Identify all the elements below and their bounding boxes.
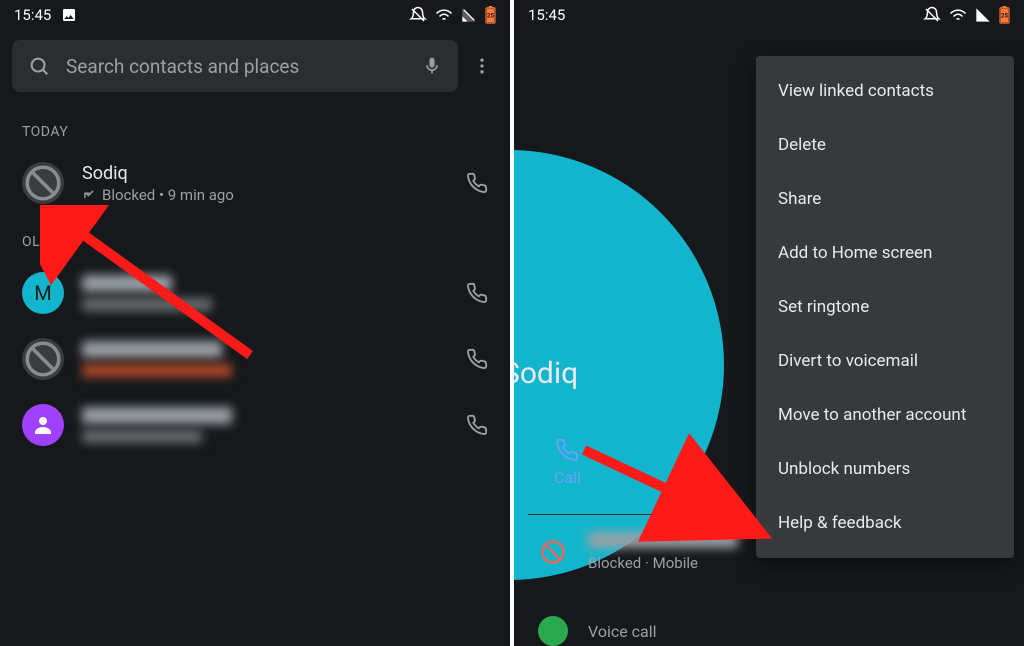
wifi-icon bbox=[949, 6, 967, 24]
mic-icon[interactable] bbox=[422, 56, 442, 76]
overflow-menu: View linked contacts Delete Share Add to… bbox=[756, 56, 1014, 558]
svg-text:25: 25 bbox=[487, 12, 495, 20]
redacted-name bbox=[82, 341, 222, 358]
call-info bbox=[82, 341, 448, 377]
redacted-sub bbox=[82, 298, 212, 311]
searchbar-row: Search contacts and places bbox=[0, 30, 510, 106]
redacted-sub bbox=[82, 364, 232, 377]
menu-share[interactable]: Share bbox=[756, 172, 1014, 226]
call-name: Sodiq bbox=[82, 163, 448, 184]
dnd-icon bbox=[409, 6, 427, 24]
voice-call-row[interactable]: Voice call bbox=[538, 616, 1000, 646]
call-sub: Blocked • 9 min ago bbox=[82, 186, 448, 204]
dnd-icon bbox=[923, 6, 941, 24]
redacted-number bbox=[588, 532, 738, 548]
search-placeholder: Search contacts and places bbox=[66, 55, 299, 78]
battery-icon: 25 bbox=[485, 6, 496, 24]
call-row-older-2[interactable] bbox=[0, 326, 510, 392]
contact-avatar bbox=[22, 404, 64, 446]
status-time: 15:45 bbox=[14, 6, 51, 24]
voice-label: Voice call bbox=[588, 622, 657, 641]
call-row-older-1[interactable]: M bbox=[0, 260, 510, 326]
contact-detail-pane: 15:45 25 Sodiq Call T bbox=[514, 0, 1024, 646]
section-older: OLDER bbox=[0, 216, 510, 260]
call-action[interactable]: Call bbox=[554, 438, 581, 487]
blocked-icon bbox=[538, 537, 568, 567]
blocked-avatar-icon bbox=[22, 162, 64, 204]
status-bar: 15:45 25 bbox=[514, 0, 1024, 30]
call-button[interactable] bbox=[466, 172, 488, 194]
call-row-older-3[interactable] bbox=[0, 392, 510, 458]
redacted-name bbox=[82, 275, 172, 292]
search-icon bbox=[28, 55, 50, 77]
redacted-sub bbox=[82, 430, 202, 443]
call-info: Sodiq Blocked • 9 min ago bbox=[82, 163, 448, 204]
svg-text:25: 25 bbox=[1001, 12, 1009, 20]
call-button[interactable] bbox=[466, 282, 488, 304]
blocked-avatar-icon bbox=[22, 338, 64, 380]
menu-delete[interactable]: Delete bbox=[756, 118, 1014, 172]
call-info bbox=[82, 407, 448, 443]
menu-unblock[interactable]: Unblock numbers bbox=[756, 442, 1014, 496]
call-row-sodiq[interactable]: Sodiq Blocked • 9 min ago bbox=[0, 150, 510, 216]
menu-move-account[interactable]: Move to another account bbox=[756, 388, 1014, 442]
battery-icon: 25 bbox=[999, 6, 1010, 24]
redacted-name bbox=[82, 407, 232, 424]
menu-divert-voicemail[interactable]: Divert to voicemail bbox=[756, 334, 1014, 388]
status-bar: 15:45 25 bbox=[0, 0, 510, 30]
wifi-icon bbox=[435, 6, 453, 24]
call-info bbox=[82, 275, 448, 311]
menu-help[interactable]: Help & feedback bbox=[756, 496, 1014, 550]
recents-pane: 15:45 25 Search contacts and p bbox=[0, 0, 510, 646]
signal-icon bbox=[975, 7, 991, 23]
contact-name: Sodiq bbox=[514, 356, 578, 391]
status-time: 15:45 bbox=[528, 6, 565, 24]
menu-view-linked[interactable]: View linked contacts bbox=[756, 64, 1014, 118]
missed-call-icon bbox=[82, 188, 96, 202]
call-button[interactable] bbox=[466, 414, 488, 436]
menu-add-home[interactable]: Add to Home screen bbox=[756, 226, 1014, 280]
section-today: TODAY bbox=[0, 106, 510, 150]
search-bar[interactable]: Search contacts and places bbox=[12, 40, 458, 92]
signal-icon bbox=[461, 7, 477, 23]
picture-icon bbox=[61, 7, 77, 23]
menu-ringtone[interactable]: Set ringtone bbox=[756, 280, 1014, 334]
contact-avatar: M bbox=[22, 272, 64, 314]
more-button[interactable] bbox=[466, 42, 498, 90]
call-button[interactable] bbox=[466, 348, 488, 370]
whatsapp-icon bbox=[538, 616, 568, 646]
